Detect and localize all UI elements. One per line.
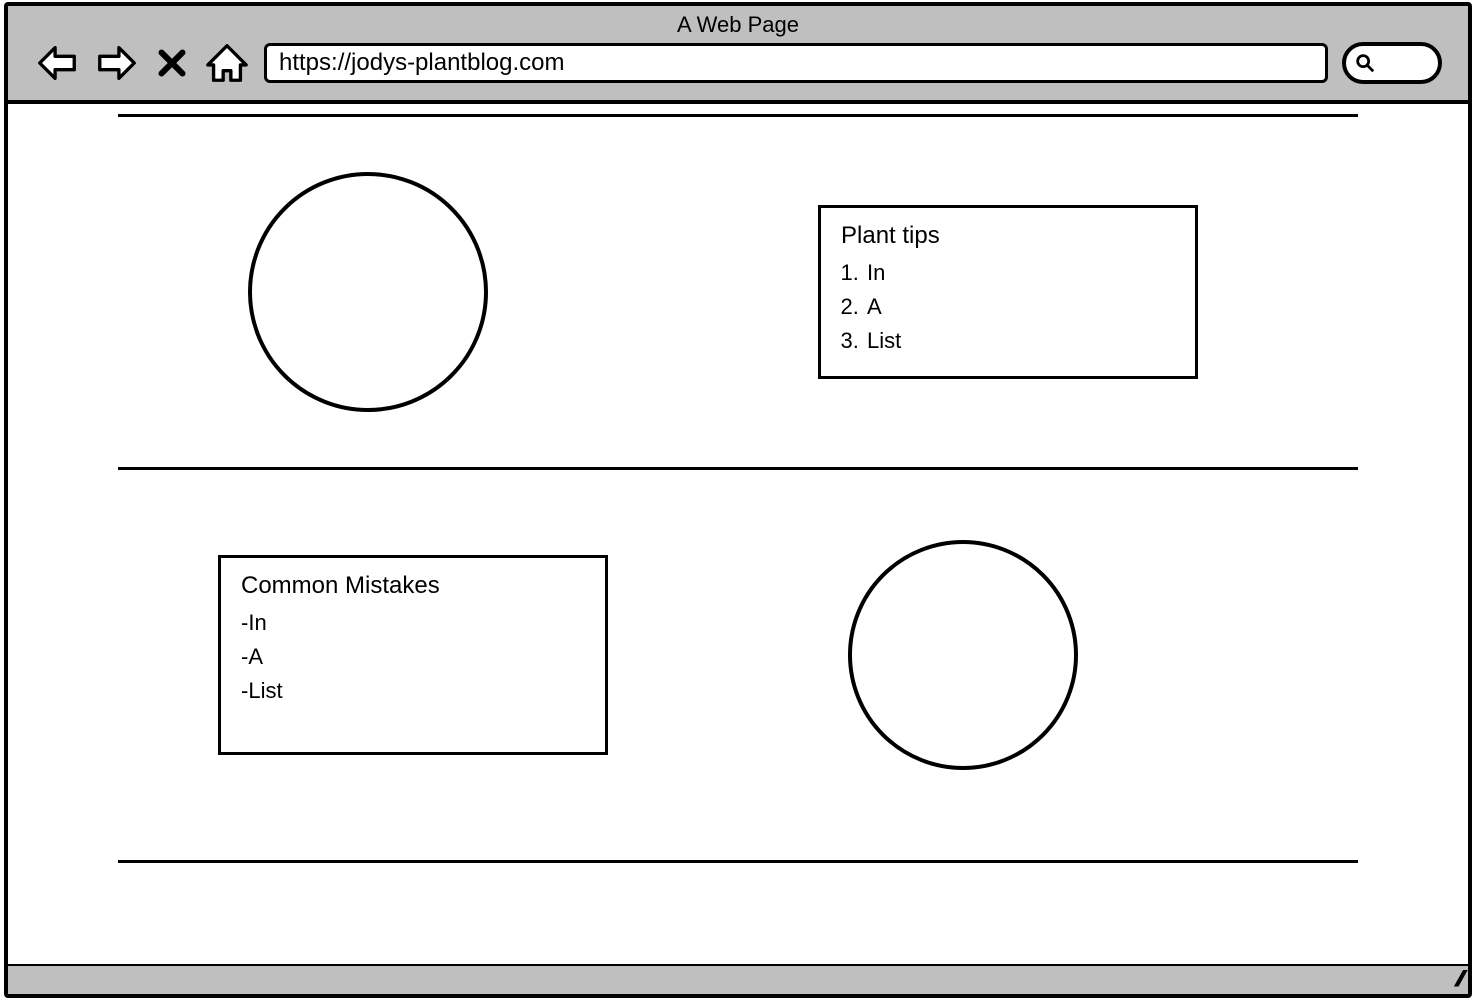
plant-tips-list: In A List: [841, 260, 1175, 354]
list-item: -A: [241, 644, 585, 670]
image-placeholder-circle: [848, 540, 1078, 770]
stop-x-icon[interactable]: [154, 40, 190, 86]
section-plant-tips: Plant tips In A List: [118, 147, 1358, 457]
list-item: -In: [241, 610, 585, 636]
common-mistakes-title: Common Mistakes: [241, 572, 585, 600]
search-button[interactable]: [1342, 42, 1442, 84]
browser-chrome: A Web Page: [8, 6, 1468, 104]
browser-toolbar: [34, 40, 1442, 86]
common-mistakes-card: Common Mistakes -In -A -List: [218, 555, 608, 755]
common-mistakes-list: -In -A -List: [241, 610, 585, 704]
resize-grip-icon[interactable]: //: [1453, 966, 1462, 992]
plant-tips-card: Plant tips In A List: [818, 205, 1198, 379]
status-bar: //: [8, 964, 1468, 994]
browser-window: A Web Page Plant tips: [4, 2, 1472, 998]
forward-arrow-icon[interactable]: [94, 40, 140, 86]
plant-tips-title: Plant tips: [841, 222, 1175, 250]
top-divider: [118, 114, 1358, 117]
list-item: In: [865, 260, 1175, 286]
bottom-divider: [118, 860, 1358, 863]
list-item: -List: [241, 678, 585, 704]
image-placeholder-circle: [248, 172, 488, 412]
page-content: Plant tips In A List Common Mistakes -In…: [8, 104, 1468, 964]
list-item: List: [865, 328, 1175, 354]
section-common-mistakes: Common Mistakes -In -A -List: [118, 510, 1358, 820]
window-title: A Web Page: [34, 12, 1442, 38]
url-input[interactable]: [264, 43, 1328, 83]
home-icon[interactable]: [204, 40, 250, 86]
list-item: A: [865, 294, 1175, 320]
section-divider: [118, 467, 1358, 470]
back-arrow-icon[interactable]: [34, 40, 80, 86]
